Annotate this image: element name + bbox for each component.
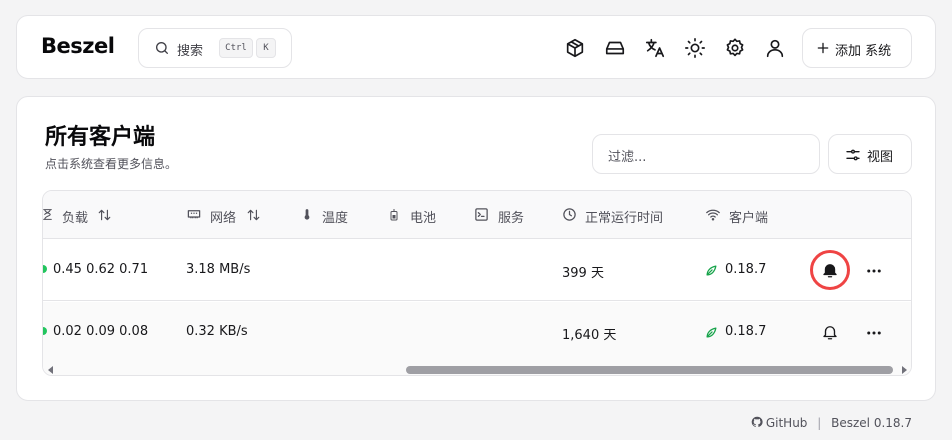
version-label[interactable]: Beszel 0.18.7 bbox=[831, 416, 912, 430]
scroll-right-arrow[interactable] bbox=[901, 366, 907, 374]
ethernet-icon bbox=[187, 210, 201, 219]
agent-ok-icon bbox=[706, 265, 717, 276]
plus-icon bbox=[817, 42, 829, 54]
footer-separator: | bbox=[817, 415, 822, 430]
cell-load: 0.02 0.09 0.08 bbox=[53, 324, 149, 339]
sun-icon[interactable] bbox=[684, 37, 706, 59]
sliders-icon bbox=[846, 149, 860, 161]
footer: GitHub | Beszel 0.18.7 bbox=[751, 415, 912, 430]
view-options-label: 视图 bbox=[867, 150, 894, 165]
agent-ok-icon bbox=[706, 327, 717, 338]
github-icon bbox=[751, 416, 763, 428]
github-link[interactable]: GitHub bbox=[751, 415, 808, 430]
page-title: 所有客户端 bbox=[45, 125, 156, 150]
wifi-icon bbox=[706, 209, 720, 221]
column-label-battery: 电池 bbox=[410, 211, 437, 226]
bell-icon[interactable] bbox=[821, 323, 839, 341]
add-system-button[interactable]: 添加 系统 bbox=[802, 28, 912, 68]
more-options-icon[interactable] bbox=[865, 262, 883, 280]
cell-agent-version: 0.18.7 bbox=[725, 262, 767, 277]
terminal-icon bbox=[475, 208, 488, 221]
scroll-left-arrow[interactable] bbox=[48, 366, 54, 374]
cell-agent-version: 0.18.7 bbox=[725, 324, 767, 339]
gear-icon[interactable] bbox=[724, 37, 746, 59]
column-label-uptime: 正常运行时间 bbox=[585, 211, 664, 226]
languages-icon[interactable] bbox=[644, 37, 666, 59]
column-label-services: 服务 bbox=[498, 211, 525, 226]
table-row[interactable]: 0.45 0.62 0.71 3.18 MB/s 399 天 0.18.7 bbox=[43, 240, 911, 301]
horizontal-scrollbar[interactable] bbox=[43, 363, 911, 375]
thermometer-icon bbox=[304, 209, 310, 220]
filter-input[interactable]: 过滤... bbox=[592, 134, 820, 174]
table-row[interactable]: 0.02 0.09 0.08 0.32 KB/s 1,640 天 0.18.7 bbox=[43, 302, 911, 363]
search-label: 搜索 bbox=[177, 44, 204, 59]
top-navbar: Beszel 搜索 Ctrl K 添加 系统 bbox=[16, 15, 936, 79]
sort-arrows-icon bbox=[98, 209, 111, 221]
cell-load: 0.45 0.62 0.71 bbox=[53, 262, 149, 277]
shortcut-k: K bbox=[256, 38, 276, 58]
hard-drive-icon[interactable] bbox=[604, 37, 626, 59]
user-icon[interactable] bbox=[764, 37, 786, 59]
box-icon[interactable] bbox=[564, 37, 586, 59]
systems-card: 所有客户端 点击系统查看更多信息。 过滤... 视图 负载 网络 温度 电池 服… bbox=[16, 96, 936, 401]
column-label-temp: 温度 bbox=[322, 211, 349, 226]
column-label-load: 负载 bbox=[62, 211, 89, 226]
view-options-button[interactable]: 视图 bbox=[828, 134, 912, 174]
cell-uptime: 1,640 天 bbox=[562, 328, 617, 343]
table-header: 负载 网络 温度 电池 服务 正常运行时间 客户端 bbox=[43, 191, 911, 239]
sort-arrows-icon bbox=[247, 209, 260, 221]
cell-net: 3.18 MB/s bbox=[186, 262, 251, 277]
app-logo[interactable]: Beszel bbox=[41, 34, 115, 58]
shortcut-ctrl: Ctrl bbox=[219, 38, 253, 58]
battery-icon bbox=[390, 209, 398, 221]
github-label: GitHub bbox=[765, 415, 808, 430]
cell-net: 0.32 KB/s bbox=[186, 324, 248, 339]
cell-uptime: 399 天 bbox=[562, 266, 604, 281]
column-label-agent: 客户端 bbox=[729, 211, 769, 226]
systems-table: 负载 网络 温度 电池 服务 正常运行时间 客户端 0.45 0.62 0.71… bbox=[42, 190, 912, 376]
search-icon bbox=[156, 42, 168, 54]
page-subtitle: 点击系统查看更多信息。 bbox=[45, 157, 178, 171]
status-dot bbox=[43, 265, 47, 273]
scrollbar-thumb[interactable] bbox=[406, 366, 893, 374]
hourglass-icon bbox=[43, 209, 52, 220]
clock-icon bbox=[563, 208, 576, 221]
column-label-net: 网络 bbox=[210, 211, 237, 226]
more-options-icon[interactable] bbox=[865, 324, 883, 342]
status-dot bbox=[43, 327, 47, 335]
search-button[interactable]: 搜索 Ctrl K bbox=[138, 28, 292, 68]
bell-icon[interactable] bbox=[821, 261, 839, 279]
add-system-label: 添加 系统 bbox=[835, 44, 892, 59]
